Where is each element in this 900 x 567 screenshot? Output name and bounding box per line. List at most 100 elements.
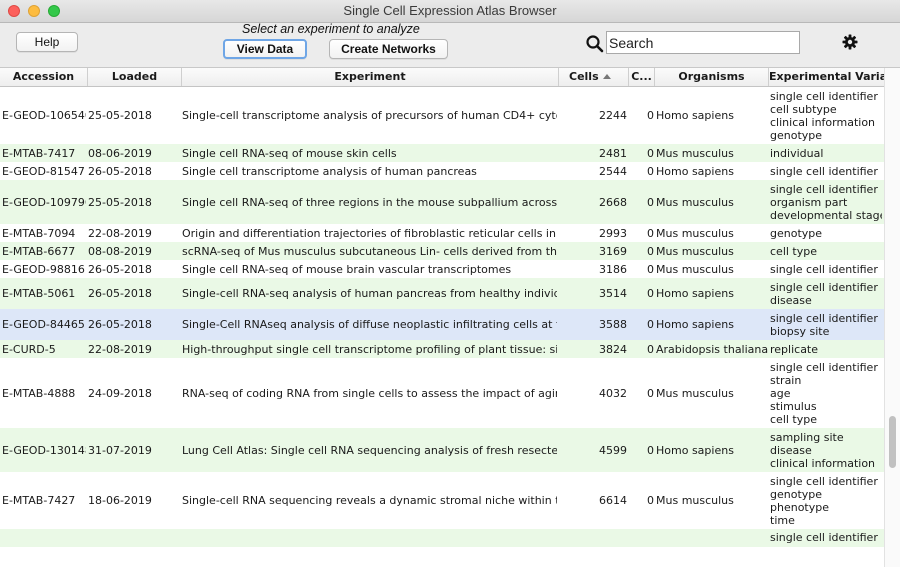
c-cell: 0 bbox=[647, 386, 654, 400]
organism-cell: Homo sapiens bbox=[656, 443, 734, 457]
experiment-cell: Origin and differentiation trajectories … bbox=[182, 226, 557, 240]
column-header-c[interactable]: C... bbox=[629, 68, 655, 86]
table-row[interactable]: E-MTAB-7427 18-06-2019 Single-cell RNA seq… bbox=[0, 472, 884, 529]
experiment-cell: Single-Cell RNAseq analysis of diffuse n… bbox=[182, 318, 557, 331]
organism-cell: Mus musculus bbox=[656, 226, 734, 240]
experiment-cell bbox=[182, 529, 557, 547]
variable-item: genotype bbox=[770, 487, 823, 501]
accession-cell: E-CURD-5 bbox=[2, 342, 56, 356]
loaded-cell bbox=[88, 529, 180, 547]
accession-cell: E-MTAB-5061 bbox=[2, 287, 76, 300]
experiment-cell: High-throughput single cell transcriptom… bbox=[182, 342, 557, 356]
vertical-scrollbar[interactable] bbox=[884, 68, 900, 567]
search-input[interactable] bbox=[606, 31, 800, 54]
loaded-cell: 26-05-2018 bbox=[88, 262, 152, 276]
loaded-cell: 22-08-2019 bbox=[88, 342, 152, 356]
variables-cell: genotype bbox=[770, 224, 882, 242]
variable-item: organism part bbox=[770, 195, 848, 209]
column-header-cells-label: Cells bbox=[569, 70, 599, 83]
table-row[interactable]: E-GEOD-81547 26-05-2018 Single cell transc… bbox=[0, 162, 884, 180]
variable-item: biopsy site bbox=[770, 324, 830, 338]
column-header-cells[interactable]: Cells bbox=[559, 68, 629, 86]
c-cell: 0 bbox=[647, 443, 654, 457]
c-cell: 0 bbox=[647, 109, 654, 122]
experiment-cell: scRNA-seq of Mus musculus subcutaneous L… bbox=[182, 244, 557, 258]
organism-cell bbox=[656, 529, 768, 547]
c-cell: 0 bbox=[647, 318, 654, 331]
accession-cell bbox=[2, 529, 86, 547]
experiment-cell: RNA-seq of coding RNA from single cells … bbox=[182, 386, 557, 400]
table-row[interactable]: E-GEOD-106540 25-05-2018 Single-cell trans… bbox=[0, 87, 884, 144]
table-row[interactable]: E-MTAB-4888 24-09-2018 RNA-seq of coding R… bbox=[0, 358, 884, 428]
cells-cell: 2993 bbox=[599, 226, 627, 240]
c-cell: 0 bbox=[647, 244, 654, 258]
variables-cell: single cell identifier bbox=[770, 162, 882, 180]
variable-item: disease bbox=[770, 443, 812, 457]
view-data-button[interactable]: View Data bbox=[223, 39, 307, 59]
loaded-cell: 26-05-2018 bbox=[88, 164, 152, 178]
variable-item: phenotype bbox=[770, 500, 829, 514]
loaded-cell: 25-05-2018 bbox=[88, 195, 152, 209]
cells-cell: 6614 bbox=[599, 494, 627, 507]
variable-item: single cell identifier bbox=[770, 360, 878, 374]
table-row[interactable]: E-MTAB-7094 22-08-2019 Origin and differen… bbox=[0, 224, 884, 242]
c-cell: 0 bbox=[647, 262, 654, 276]
gear-icon[interactable] bbox=[842, 34, 858, 50]
variable-item: stimulus bbox=[770, 399, 817, 413]
table-row[interactable]: E-MTAB-5061 26-05-2018 Single-cell RNA-seq… bbox=[0, 278, 884, 309]
search-icon bbox=[586, 35, 604, 53]
c-cell: 0 bbox=[647, 146, 654, 160]
c-cell bbox=[630, 529, 654, 547]
organism-cell: Homo sapiens bbox=[656, 287, 734, 300]
hint-text: Select an experiment to analyze bbox=[242, 22, 420, 36]
table-row[interactable]: E-GEOD-98816 26-05-2018 Single cell RNA-se… bbox=[0, 260, 884, 278]
variable-item: single cell identifier bbox=[770, 182, 878, 196]
variables-cell: cell type bbox=[770, 242, 882, 260]
experiment-cell: Single cell RNA-seq of three regions in … bbox=[182, 195, 557, 209]
loaded-cell: 24-09-2018 bbox=[88, 386, 152, 400]
variable-item: single cell identifier bbox=[770, 262, 878, 276]
accession-cell: E-GEOD-106540 bbox=[2, 109, 86, 122]
table-row[interactable]: E-GEOD-84465 26-05-2018 Single-Cell RNAseq… bbox=[0, 309, 884, 340]
help-button[interactable]: Help bbox=[16, 32, 78, 52]
variable-item: time bbox=[770, 513, 795, 527]
loaded-cell: 08-08-2019 bbox=[88, 244, 152, 258]
table-row[interactable]: E-MTAB-7417 08-06-2019 Single cell RNA-seq… bbox=[0, 144, 884, 162]
table-row[interactable]: E-MTAB-6677 08-08-2019 scRNA-seq of Mus mu… bbox=[0, 242, 884, 260]
accession-cell: E-GEOD-81547 bbox=[2, 164, 85, 178]
table-row[interactable]: E-GEOD-130148 31-07-2019 Lung Cell Atlas: … bbox=[0, 428, 884, 472]
experiment-cell: Single cell RNA-seq of mouse skin cells bbox=[182, 146, 397, 160]
organism-cell: Mus musculus bbox=[656, 195, 734, 209]
variable-item: individual bbox=[770, 146, 824, 160]
table-row[interactable]: single cell identifier bbox=[0, 529, 884, 547]
organism-cell: Homo sapiens bbox=[656, 109, 734, 122]
column-header-experiment[interactable]: Experiment bbox=[182, 68, 559, 86]
accession-cell: E-MTAB-7427 bbox=[2, 494, 76, 507]
variable-item: strain bbox=[770, 373, 802, 387]
experiment-cell: Lung Cell Atlas: Single cell RNA sequenc… bbox=[182, 443, 557, 457]
column-header-experimental-variables[interactable]: Experimental Varia... bbox=[769, 68, 884, 86]
cells-cell: 2668 bbox=[599, 195, 627, 209]
scrollbar-thumb[interactable] bbox=[889, 416, 896, 468]
organism-cell: Mus musculus bbox=[656, 244, 734, 258]
table-row[interactable]: E-GEOD-109796 25-05-2018 Single cell RNA-s… bbox=[0, 180, 884, 224]
cells-cell: 2244 bbox=[599, 109, 627, 122]
variables-cell: single cell identifier strain age stimulus c… bbox=[770, 358, 882, 428]
variable-item: disease bbox=[770, 293, 812, 307]
table-row[interactable]: E-CURD-5 22-08-2019 High-throughput single… bbox=[0, 340, 884, 358]
experiment-cell: Single-cell transcriptome analysis of pr… bbox=[182, 109, 557, 122]
accession-cell: E-GEOD-98816 bbox=[2, 262, 85, 276]
organism-cell: Mus musculus bbox=[656, 386, 734, 400]
toolbar: Help Select an experiment to analyze Vie… bbox=[0, 22, 900, 67]
accession-cell: E-GEOD-109796 bbox=[2, 195, 86, 209]
variable-item: single cell identifier bbox=[770, 280, 878, 294]
column-header-organisms[interactable]: Organisms bbox=[655, 68, 769, 86]
variables-cell: single cell identifier bbox=[770, 529, 882, 547]
experiment-cell: Single-cell RNA-seq analysis of human pa… bbox=[182, 287, 557, 300]
accession-cell: E-MTAB-7417 bbox=[2, 146, 76, 160]
column-header-loaded[interactable]: Loaded bbox=[88, 68, 182, 86]
loaded-cell: 22-08-2019 bbox=[88, 226, 152, 240]
create-networks-button[interactable]: Create Networks bbox=[329, 39, 448, 59]
c-cell: 0 bbox=[647, 164, 654, 178]
column-header-accession[interactable]: Accession bbox=[0, 68, 88, 86]
